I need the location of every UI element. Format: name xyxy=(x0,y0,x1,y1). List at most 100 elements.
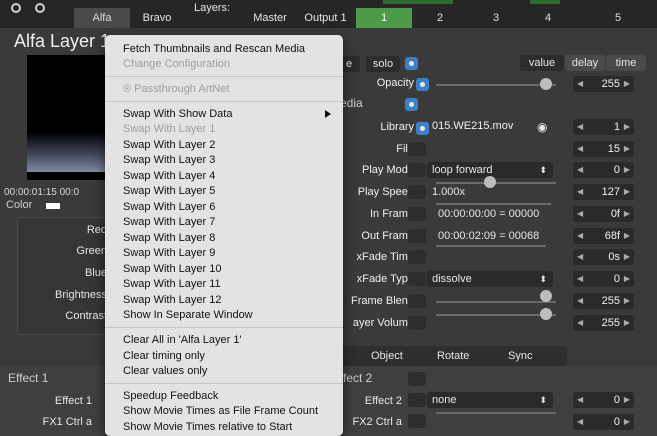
menu-item-swap-layer-8[interactable]: Swap With Layer 8 xyxy=(123,232,215,245)
fx2-ctrl-a-toggle[interactable] xyxy=(408,414,426,428)
layer-volume-toggle[interactable] xyxy=(408,316,426,330)
effect-1-title: Effect 1 xyxy=(8,371,49,385)
frame-blend-slider-knob[interactable] xyxy=(540,290,552,302)
media-toggle[interactable] xyxy=(405,98,418,111)
layer-tab-4[interactable]: 4 xyxy=(520,8,576,28)
effect-2-toggle[interactable] xyxy=(408,393,426,407)
xfade-time-stepper[interactable]: ◀ 0s ▶ xyxy=(573,249,634,265)
play-mode-stepper[interactable]: ◀ 0 ▶ xyxy=(573,162,634,178)
library-toggle[interactable] xyxy=(416,122,429,135)
menu-item-movie-times-relative[interactable]: Show Movie Times relative to Start xyxy=(123,421,292,434)
layer-title: Alfa Layer 1 xyxy=(14,31,111,51)
layer-tab-1[interactable]: 1 xyxy=(356,8,412,28)
xfade-time-toggle[interactable] xyxy=(408,250,426,264)
out-frame-slider[interactable] xyxy=(436,245,546,247)
menu-item-swap-layer-9[interactable]: Swap With Layer 9 xyxy=(123,247,215,260)
eye-icon[interactable]: ◉ xyxy=(537,120,547,134)
tab-rotate[interactable]: Rotate xyxy=(437,350,469,362)
menu-item-swap-layer-5[interactable]: Swap With Layer 5 xyxy=(123,185,215,198)
settings-icon[interactable] xyxy=(11,3,21,13)
in-frame-stepper[interactable]: ◀ 0f ▶ xyxy=(573,206,634,222)
context-menu: Fetch Thumbnails and Rescan Media Change… xyxy=(105,35,343,436)
level-bar xyxy=(383,0,453,4)
effect-1-label: Effect 1 xyxy=(54,395,92,407)
layer-volume-stepper[interactable]: ◀ 255 ▶ xyxy=(573,315,634,331)
effect-2-title: fect 2 xyxy=(343,371,373,385)
tab-sync[interactable]: Sync xyxy=(508,350,532,362)
menu-item-clear-values[interactable]: Clear values only xyxy=(123,365,207,378)
gear-icon[interactable] xyxy=(35,3,45,13)
play-speed-slider-knob[interactable] xyxy=(484,176,496,188)
tab-alfa[interactable]: Alfa xyxy=(74,8,130,28)
menu-item-swap-layer-12[interactable]: Swap With Layer 12 xyxy=(123,294,221,307)
level-bar xyxy=(530,0,560,4)
layer-tab-2[interactable]: 2 xyxy=(412,8,468,28)
xfade-type-toggle[interactable] xyxy=(408,272,426,286)
menu-item-speedup-feedback[interactable]: Speedup Feedback xyxy=(123,390,218,403)
play-speed-toggle[interactable] xyxy=(408,185,426,199)
effect-2-title-toggle[interactable] xyxy=(408,372,426,386)
play-speed-slider[interactable] xyxy=(436,182,556,184)
frame-blend-label: Frame Blend xyxy=(351,295,414,307)
menu-item-swap-layer-4[interactable]: Swap With Layer 4 xyxy=(123,170,215,183)
menu-item-swap-layer-2[interactable]: Swap With Layer 2 xyxy=(123,139,215,152)
menu-item-swap-layer-3[interactable]: Swap With Layer 3 xyxy=(123,154,215,167)
menu-item-swap-layer-6[interactable]: Swap With Layer 6 xyxy=(123,201,215,214)
play-speed-stepper[interactable]: ◀ 127 ▶ xyxy=(573,184,634,200)
tab-master[interactable]: Master xyxy=(245,8,295,28)
layer-volume-slider-knob[interactable] xyxy=(540,308,552,320)
menu-item-swap-layer-7[interactable]: Swap With Layer 7 xyxy=(123,216,215,229)
layer-tab-3[interactable]: 3 xyxy=(468,8,524,28)
out-frame-toggle[interactable] xyxy=(408,229,426,243)
layer-volume-slider[interactable] xyxy=(436,314,556,316)
fx2-ctrl-a-slider[interactable] xyxy=(436,412,556,414)
menu-separator xyxy=(105,101,343,102)
menu-item-swap-show-data[interactable]: Swap With Show Data xyxy=(123,108,232,121)
in-frame-value: 00:00:00:00 = 00000 xyxy=(438,208,540,220)
out-frame-stepper[interactable]: ◀ 68f ▶ xyxy=(573,228,634,244)
fx1-ctrl-a-label: FX1 Ctrl a xyxy=(42,416,92,428)
prop-blue: Blue xyxy=(84,267,107,279)
effect-2-stepper[interactable]: ◀ 0 ▶ xyxy=(573,392,634,408)
color-swatch[interactable] xyxy=(46,203,60,209)
menu-item-movie-times-frame-count[interactable]: Show Movie Times as File Frame Count xyxy=(123,405,318,418)
menu-item-fetch-thumbnails[interactable]: Fetch Thumbnails and Rescan Media xyxy=(123,43,305,56)
time-tab[interactable]: time xyxy=(606,55,646,71)
opacity-slider-knob[interactable] xyxy=(540,78,552,90)
menu-item-clear-timing[interactable]: Clear timing only xyxy=(123,350,205,363)
tab-object[interactable]: Object xyxy=(371,350,403,362)
menu-item-show-separate-window[interactable]: Show In Separate Window xyxy=(123,309,253,322)
in-frame-slider[interactable] xyxy=(436,203,551,205)
opacity-toggle[interactable] xyxy=(416,78,429,91)
out-frame-label: Out Frame xyxy=(361,230,414,242)
timecode: 00:00:01:15 00:0 xyxy=(4,187,80,198)
menu-item-clear-all[interactable]: Clear All in 'Alfa Layer 1' xyxy=(123,334,242,347)
tab-bravo[interactable]: Bravo xyxy=(131,8,183,28)
opacity-stepper[interactable]: ◀ 255 ▶ xyxy=(573,76,634,92)
layer-tab-5[interactable]: 5 xyxy=(590,8,646,28)
play-mode-toggle[interactable] xyxy=(408,163,426,177)
prop-red: Red xyxy=(86,224,107,236)
in-frame-toggle[interactable] xyxy=(408,207,426,221)
value-tab[interactable]: value xyxy=(520,55,564,71)
fx2-ctrl-a-stepper[interactable]: ◀ 0 ▶ xyxy=(573,414,634,430)
menu-item-swap-layer-11[interactable]: Swap With Layer 11 xyxy=(123,278,221,291)
xfade-type-label: xFade Type xyxy=(356,273,414,285)
opacity-slider[interactable] xyxy=(436,84,556,86)
frame-blend-stepper[interactable]: ◀ 255 ▶ xyxy=(573,293,634,309)
effect-2-select[interactable]: none ⬍ xyxy=(427,392,553,408)
frame-blend-slider[interactable] xyxy=(436,301,556,303)
delay-tab[interactable]: delay xyxy=(565,55,605,71)
file-toggle[interactable] xyxy=(408,142,426,156)
tab-output-1[interactable]: Output 1 xyxy=(297,8,354,28)
frame-blend-toggle[interactable] xyxy=(408,294,426,308)
solo-button[interactable]: solo xyxy=(366,56,400,72)
menu-item-swap-layer-10[interactable]: Swap With Layer 10 xyxy=(123,263,221,276)
file-stepper[interactable]: ◀ 15 ▶ xyxy=(573,141,634,157)
prop-brightness: Brightness xyxy=(55,289,107,301)
solo-toggle[interactable] xyxy=(405,57,418,70)
library-stepper[interactable]: ◀ 1 ▶ xyxy=(573,119,634,135)
menu-separator xyxy=(105,76,343,77)
xfade-type-select[interactable]: dissolve ⬍ xyxy=(427,271,553,287)
xfade-type-stepper[interactable]: ◀ 0 ▶ xyxy=(573,271,634,287)
